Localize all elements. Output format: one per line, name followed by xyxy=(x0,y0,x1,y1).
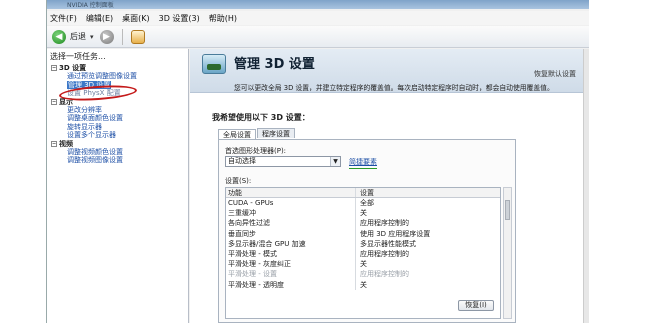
tree-category-video[interactable]: − 视频 xyxy=(51,140,188,148)
task-tree: −3D 设置 通过预览调整图像设置 管理 3D 设置 设置 PhysX 配置 −… xyxy=(47,64,188,165)
tree-item-multi-display[interactable]: 设置多个显示器 xyxy=(51,131,188,139)
table-row[interactable]: 垂直同步 使用 3D 应用程序设置 xyxy=(226,228,500,239)
setting-cell: 应用程序控制的 xyxy=(360,219,409,228)
preferred-gpu-label: 首选图形处理器(P): xyxy=(225,147,287,155)
table-row[interactable]: 多显示器/混合 GPU 加速 多显示器性能模式 xyxy=(226,238,500,249)
table-row[interactable]: CUDA - GPUs 全部 xyxy=(226,198,500,209)
table-row[interactable]: 平滑处理 - 灰度纠正关 xyxy=(226,259,500,270)
menu-3d-settings[interactable]: 3D 设置(3) xyxy=(159,13,200,24)
tree-item-rotate[interactable]: 旋转显示器 xyxy=(51,123,188,131)
global-settings-panel: 首选图形处理器(P): 自动选择 ▼ 简捷要素 设置(S): 功能 设置 CUD… xyxy=(218,139,516,323)
help-link[interactable]: 简捷要素 xyxy=(349,157,377,169)
grid-scrollbar[interactable] xyxy=(503,187,512,319)
3d-settings-icon xyxy=(202,54,226,74)
collapse-icon[interactable]: − xyxy=(51,140,57,147)
task-panel: 选择一项任务... −3D 设置 通过预览调整图像设置 管理 3D 设置 设置 … xyxy=(47,49,189,323)
settings-label: 设置(S): xyxy=(225,177,252,185)
home-icon[interactable] xyxy=(130,29,145,44)
page-title: 管理 3D 设置 xyxy=(234,57,315,72)
chevron-down-icon[interactable]: ▼ xyxy=(330,157,340,166)
main-panel: 管理 3D 设置 恢复默认设置 您可以更改全局 3D 设置，并建立特定程序的覆盖… xyxy=(190,49,589,323)
arrow-left-icon: ◀ xyxy=(55,31,63,42)
back-label[interactable]: 后退 xyxy=(70,31,86,42)
task-panel-header: 选择一项任务... xyxy=(50,52,106,61)
feature-cell: 平滑处理 - 灰度纠正 xyxy=(226,259,356,270)
column-setting[interactable]: 设置 xyxy=(356,188,500,197)
table-row[interactable]: 平滑处理 - 模式 应用程序控制的 xyxy=(226,248,500,260)
back-button[interactable]: ◀ xyxy=(52,29,66,44)
page-description: 您可以更改全局 3D 设置，并建立特定程序的覆盖值。每次启动特定程序时自动时，都… xyxy=(234,84,554,92)
feature-cell: 平滑处理 - 模式 xyxy=(226,248,356,260)
setting-cell: 使用 3D 应用程序设置 xyxy=(360,229,431,238)
toolbar: ◀ 后退 ▾ ▶ xyxy=(47,26,589,48)
main-scrollbar[interactable] xyxy=(583,49,589,323)
table-row[interactable]: 三重缓冲关 xyxy=(226,208,500,219)
table-row[interactable]: 平滑处理 - 透明度关 xyxy=(226,279,500,290)
restore-defaults-link[interactable]: 恢复默认设置 xyxy=(534,69,576,79)
menu-file[interactable]: 文件(F) xyxy=(50,13,77,24)
setting-cell: 全部 xyxy=(360,199,374,207)
menu-desktop[interactable]: 桌面(K) xyxy=(122,13,150,24)
page-banner: 管理 3D 设置 恢复默认设置 您可以更改全局 3D 设置，并建立特定程序的覆盖… xyxy=(190,49,589,93)
settings-tabs: 全局设置 程序设置 xyxy=(218,128,296,139)
toolbar-separator xyxy=(121,28,123,45)
tab-program-settings[interactable]: 程序设置 xyxy=(257,128,295,138)
nvidia-control-panel-window: NVIDIA 控制面板 文件(F) 编辑(E) 桌面(K) 3D 设置(3) 帮… xyxy=(46,0,589,323)
tree-item-video-image[interactable]: 调整视频图像设置 xyxy=(51,156,188,164)
preferred-gpu-select[interactable]: 自动选择 ▼ xyxy=(225,156,341,167)
settings-question: 我希望使用以下 3D 设置： xyxy=(212,113,310,122)
tab-global-settings[interactable]: 全局设置 xyxy=(218,129,256,139)
scrollbar-thumb[interactable] xyxy=(505,200,510,220)
collapse-icon[interactable]: − xyxy=(51,65,57,71)
feature-cell: 各向异性过滤 xyxy=(226,218,356,229)
grid-header: 功能 设置 xyxy=(226,188,500,198)
restore-button[interactable]: 恢复(I) xyxy=(458,300,494,311)
feature-cell: 三重缓冲 xyxy=(226,208,356,219)
menu-bar: 文件(F) 编辑(E) 桌面(K) 3D 设置(3) 帮助(H) xyxy=(47,11,589,25)
feature-cell: 平滑处理 - 设置 xyxy=(226,269,356,280)
collapse-icon[interactable]: − xyxy=(51,98,57,105)
setting-cell: 关 xyxy=(360,260,367,269)
setting-cell: 应用程序控制的 xyxy=(360,249,409,258)
menu-help[interactable]: 帮助(H) xyxy=(209,13,237,24)
tree-item-desktop-color[interactable]: 调整桌面颜色设置 xyxy=(51,114,188,122)
feature-cell: 垂直同步 xyxy=(226,228,356,239)
table-row[interactable]: 平滑处理 - 设置 应用程序控制的 xyxy=(226,269,500,280)
feature-cell: 多显示器/混合 GPU 加速 xyxy=(226,238,356,249)
setting-cell: 多显示器性能模式 xyxy=(360,239,416,248)
back-dropdown-icon[interactable]: ▾ xyxy=(90,33,94,41)
feature-cell: CUDA - GPUs xyxy=(226,198,356,209)
title-bar: NVIDIA 控制面板 xyxy=(47,0,589,9)
setting-cell: 关 xyxy=(360,209,367,218)
forward-button[interactable]: ▶ xyxy=(99,29,114,44)
column-feature[interactable]: 功能 xyxy=(226,188,356,197)
menu-edit[interactable]: 编辑(E) xyxy=(86,13,113,24)
feature-cell: 平滑处理 - 透明度 xyxy=(226,279,356,290)
window-title: NVIDIA 控制面板 xyxy=(67,2,114,9)
setting-cell: 应用程序控制的 xyxy=(360,270,409,279)
setting-cell: 关 xyxy=(360,280,367,289)
arrow-right-icon: ▶ xyxy=(103,31,110,42)
preferred-gpu-value: 自动选择 xyxy=(228,157,256,165)
tree-item-preview[interactable]: 通过预览调整图像设置 xyxy=(51,72,188,80)
table-row[interactable]: 各向异性过滤 应用程序控制的 xyxy=(226,218,500,229)
